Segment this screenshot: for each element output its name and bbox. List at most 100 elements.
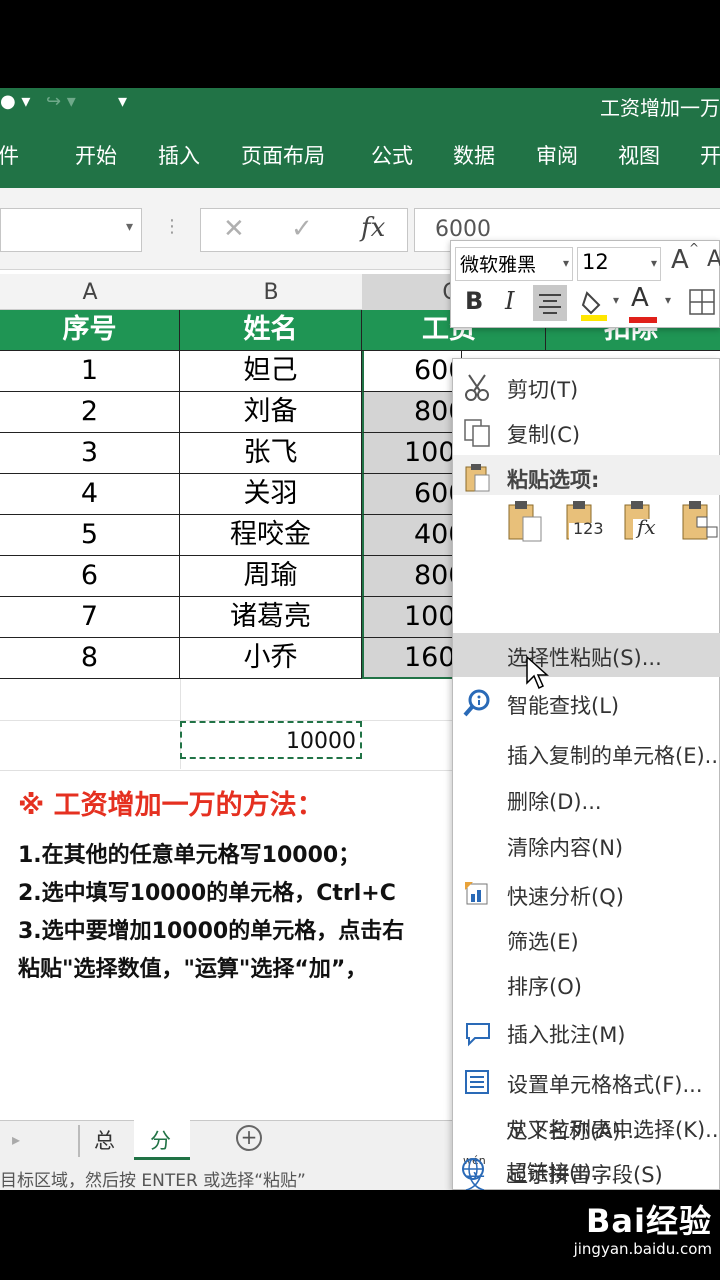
tab-view[interactable]: 视图 — [618, 140, 660, 170]
menu-item-insert-comment[interactable]: 插入批注(M) — [453, 1010, 720, 1054]
menu-item-label: 粘贴选项: — [507, 468, 600, 492]
table-cell[interactable]: 小乔 — [180, 638, 362, 679]
sheet-tab-total[interactable]: 总 — [94, 1125, 115, 1155]
tab-file[interactable]: 件 — [0, 140, 19, 170]
header-name[interactable]: 姓名 — [180, 310, 362, 351]
paste-icon[interactable] — [505, 499, 545, 543]
scroll-tabs-icon[interactable]: ▸ — [12, 1130, 20, 1149]
header-index[interactable]: 序号 — [0, 310, 180, 351]
sheet-tabs: ▸ 总 分 + — [0, 1120, 460, 1162]
table-cell[interactable]: 3 — [0, 433, 180, 474]
table-cell[interactable]: 800 — [362, 556, 466, 597]
menu-item-sort[interactable]: 排序(O) — [453, 962, 720, 1006]
menu-item-insert-copied-cells[interactable]: 插入复制的单元格(E)... — [453, 731, 720, 775]
smart-lookup-icon — [461, 687, 493, 719]
paste-values-label: 123 — [573, 519, 604, 538]
customize-quick-access-icon[interactable]: ▾ — [118, 91, 127, 112]
add-sheet-button[interactable]: + — [236, 1125, 262, 1151]
menu-item-quick-analysis[interactable]: 快速分析(Q) — [453, 872, 720, 916]
table-cell[interactable]: 7 — [0, 597, 180, 638]
tab-home[interactable]: 开始 — [75, 140, 117, 170]
paste-options-row: 123 fx — [505, 497, 720, 547]
menu-item-filter[interactable]: 筛选(E) — [453, 917, 720, 961]
font-color-icon[interactable]: A — [631, 283, 649, 313]
tab-data[interactable]: 数据 — [453, 140, 495, 170]
menu-item-delete[interactable]: 删除(D)... — [453, 777, 720, 821]
paste-values-icon[interactable]: 123 — [563, 499, 604, 543]
menu-item-smart-lookup[interactable]: 智能查找(L) — [453, 681, 720, 725]
table-cell[interactable]: 周瑜 — [180, 556, 362, 597]
font-size-select[interactable]: 12 ▾ — [577, 247, 661, 281]
table-cell[interactable]: 关羽 — [180, 474, 362, 515]
table-cell[interactable]: 4 — [0, 474, 180, 515]
column-header-a[interactable]: A — [0, 280, 180, 305]
chevron-down-icon[interactable]: ▾ — [613, 293, 619, 307]
chevron-down-icon: ▾ — [650, 256, 657, 270]
tab-review[interactable]: 审阅 — [536, 140, 578, 170]
menu-item-label: 复制(C) — [507, 423, 581, 447]
column-header-b[interactable]: B — [180, 280, 362, 305]
table-cell[interactable]: 诸葛亮 — [180, 597, 362, 638]
fill-color-icon[interactable] — [579, 287, 609, 323]
tab-more[interactable]: 开 — [700, 140, 720, 170]
name-box[interactable]: ▾ — [0, 208, 142, 252]
table-cell[interactable]: 100 — [362, 433, 462, 474]
hyperlink-icon — [460, 1156, 490, 1186]
table-cell[interactable]: 刘备 — [180, 392, 362, 433]
table-cell[interactable]: 160 — [362, 638, 462, 679]
table-cell[interactable]: 600 — [362, 474, 466, 515]
table-cell[interactable]: 5 — [0, 515, 180, 556]
note-step-1: 1.在其他的任意单元格写10000； — [18, 843, 361, 868]
paste-transpose-icon[interactable] — [679, 499, 719, 543]
table-cell[interactable]: 2 — [0, 392, 180, 433]
save-icon[interactable]: ● ▾ — [0, 91, 30, 112]
table-cell[interactable]: 6 — [0, 556, 180, 597]
menu-item-define-name[interactable]: 定义名称(A)... — [452, 1106, 720, 1150]
center-align-button[interactable] — [533, 285, 567, 321]
mini-toolbar: 微软雅黑 ▾ 12 ▾ A ^ A B I ▾ A ▾ — [450, 240, 720, 328]
grow-font-arrow-icon: ^ — [689, 241, 700, 255]
table-cell[interactable]: 100 — [362, 597, 462, 638]
enter-icon[interactable]: ✓ — [291, 214, 313, 244]
note-step-3: 3.选中要增加10000的单元格，点击右 — [18, 919, 405, 944]
table-cell[interactable]: 程咬金 — [180, 515, 362, 556]
menu-item-label: 删除(D)... — [507, 790, 602, 814]
menu-item-label: 筛选(E) — [507, 930, 579, 954]
insert-function-icon[interactable]: fx — [361, 213, 385, 243]
borders-icon[interactable] — [687, 287, 717, 317]
excel-window: ● ▾ ↪ ▾ ▾ 工资增加一万 件 开始 插入 页面布局 公式 数据 审阅 视… — [0, 88, 720, 1190]
table-cell[interactable]: 800 — [362, 392, 466, 433]
cancel-icon[interactable]: ✕ — [223, 214, 245, 244]
menu-item-format-cells[interactable]: 设置单元格格式(F)... — [453, 1060, 720, 1104]
menu-item-cut[interactable]: 剪切(T) — [453, 365, 720, 409]
table-cell[interactable]: 妲己 — [180, 351, 362, 392]
copy-icon — [461, 416, 493, 448]
grow-font-icon[interactable]: A — [671, 245, 689, 275]
copied-cell[interactable]: 10000 — [180, 721, 362, 759]
tab-page-layout[interactable]: 页面布局 — [241, 140, 325, 170]
tab-insert[interactable]: 插入 — [158, 140, 200, 170]
table-cell[interactable]: 1 — [0, 351, 180, 392]
table-cell[interactable]: 8 — [0, 638, 180, 679]
menu-section-paste-options: 粘贴选项: — [453, 455, 720, 495]
sheet-tab-detail[interactable]: 分 — [150, 1125, 171, 1155]
font-name-select[interactable]: 微软雅黑 ▾ — [455, 247, 573, 281]
menu-item-label: 智能查找(L) — [507, 694, 620, 718]
watermark-brand: Bai经验 — [586, 1202, 712, 1240]
table-cell[interactable]: 400 — [362, 515, 466, 556]
italic-icon[interactable]: I — [505, 287, 514, 315]
tab-formulas[interactable]: 公式 — [371, 140, 413, 170]
table-cell[interactable]: 600 — [362, 351, 466, 392]
redo-icon[interactable]: ↪ ▾ — [46, 91, 76, 112]
menu-item-hyperlink[interactable]: 超链接(I)... — [452, 1150, 720, 1190]
note-title: ※ 工资增加一万的方法： — [18, 790, 324, 821]
menu-item-paste-special[interactable]: 选择性粘贴(S)... — [453, 633, 720, 677]
table-cell[interactable]: 张飞 — [180, 433, 362, 474]
paste-formulas-icon[interactable]: fx — [621, 499, 661, 543]
bold-icon[interactable]: B — [465, 287, 483, 315]
instruction-note: ※ 工资增加一万的方法： 1.在其他的任意单元格写10000； 2.选中填写10… — [0, 770, 460, 984]
shrink-font-icon[interactable]: A — [707, 247, 720, 272]
chevron-down-icon[interactable]: ▾ — [665, 293, 671, 307]
menu-item-copy[interactable]: 复制(C) — [453, 410, 720, 454]
menu-item-clear-contents[interactable]: 清除内容(N) — [453, 823, 720, 867]
